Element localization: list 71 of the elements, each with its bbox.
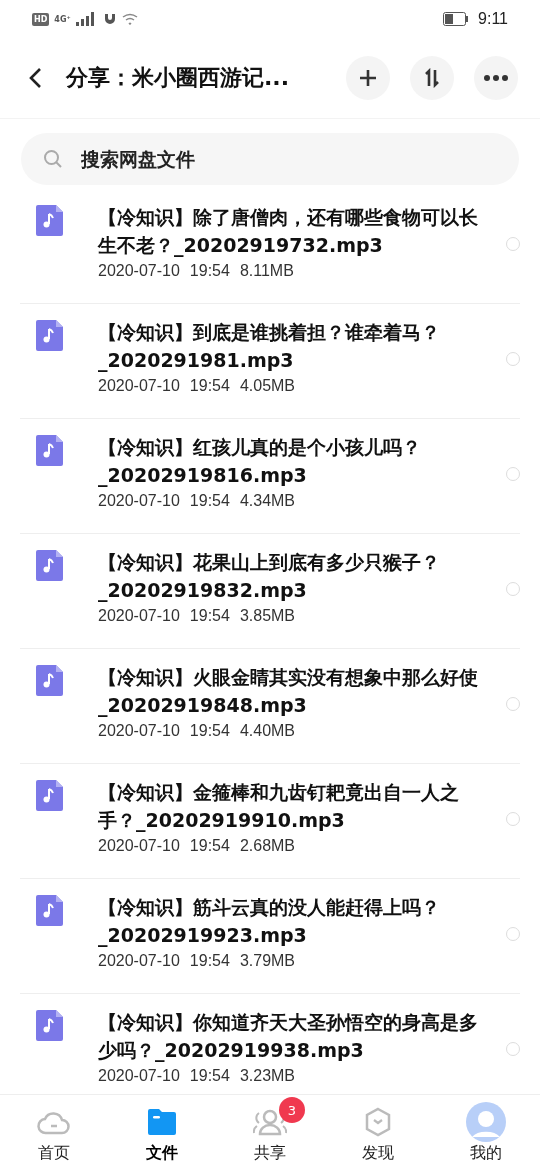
file-size: 4.40MB bbox=[239, 722, 296, 740]
nav-tab[interactable]: 我的 bbox=[432, 1095, 540, 1170]
file-row[interactable]: 【冷知识】花果山上到底有多少只猴子？_20202919832.mp3 2020-07-10 19:54 3.85MB bbox=[20, 534, 520, 649]
file-date: 2020-07-10 bbox=[98, 492, 180, 510]
music-file-icon bbox=[36, 320, 63, 351]
page-title: 分享：米小圈西游记... bbox=[66, 64, 291, 92]
file-row[interactable]: 【冷知识】到底是谁挑着担？谁牵着马？_2020291981.mp3 2020-07-10 19:54 4.05MB bbox=[20, 304, 520, 419]
file-date: 2020-07-10 bbox=[98, 262, 180, 280]
nav-tab[interactable]: 发现 bbox=[324, 1095, 432, 1170]
music-file-icon bbox=[36, 665, 63, 696]
more-icon bbox=[484, 75, 508, 81]
music-file-icon bbox=[36, 550, 63, 581]
file-name: 【冷知识】花果山上到底有多少只猴子？_20202919832.mp3 bbox=[98, 550, 441, 604]
file-row[interactable]: 【冷知识】红孩儿真的是个小孩儿吗？_20202919816.mp3 2020-07-10 19:54 4.34MB bbox=[20, 419, 520, 534]
file-name: 【冷知识】金箍棒和九齿钉耙竟出自一人之手？_20202919910.mp3 bbox=[98, 780, 460, 834]
search-field[interactable]: 搜索网盘文件 bbox=[21, 133, 519, 185]
file-size: 3.79MB bbox=[239, 952, 296, 970]
folder-icon bbox=[148, 1109, 176, 1135]
file-date: 2020-07-10 bbox=[98, 607, 180, 625]
clock: 9:11 bbox=[478, 10, 508, 28]
file-time: 19:54 bbox=[189, 377, 230, 395]
hd-icon: HD bbox=[32, 12, 50, 26]
file-size: 3.23MB bbox=[239, 1067, 296, 1085]
network-type: 4G⁺ bbox=[54, 14, 71, 24]
sort-button[interactable] bbox=[410, 56, 454, 100]
file-time: 19:54 bbox=[189, 952, 230, 970]
file-date: 2020-07-10 bbox=[98, 1067, 180, 1085]
file-row[interactable]: 【冷知识】火眼金睛其实没有想象中那么好使_20202919848.mp3 2020-07-10 19:54 4.40MB bbox=[20, 649, 520, 764]
file-date: 2020-07-10 bbox=[98, 837, 180, 855]
file-date: 2020-07-10 bbox=[98, 377, 180, 395]
notification-badge: 3 bbox=[279, 1097, 305, 1123]
file-size: 2.68MB bbox=[239, 837, 296, 855]
file-size: 4.05MB bbox=[239, 377, 296, 395]
people-icon bbox=[253, 1108, 287, 1136]
file-name: 【冷知识】到底是谁挑着担？谁牵着马？_2020291981.mp3 bbox=[98, 320, 441, 374]
nav-tab[interactable]: 文件 bbox=[108, 1095, 216, 1170]
file-row[interactable]: 【冷知识】除了唐僧肉，还有哪些食物可以长生不老？_20202919732.mp3 2020-07-10 19:54 8.11MB bbox=[20, 189, 520, 304]
cloud-icon bbox=[37, 1109, 71, 1135]
add-button[interactable] bbox=[346, 56, 390, 100]
music-file-icon bbox=[36, 205, 63, 236]
file-date: 2020-07-10 bbox=[98, 722, 180, 740]
file-time: 19:54 bbox=[189, 722, 230, 740]
music-file-icon bbox=[36, 435, 63, 466]
music-file-icon bbox=[36, 780, 63, 811]
file-size: 3.85MB bbox=[239, 607, 296, 625]
more-button[interactable] bbox=[474, 56, 518, 100]
music-file-icon bbox=[36, 1010, 63, 1041]
file-time: 19:54 bbox=[189, 607, 230, 625]
nav-tab[interactable]: 首页 bbox=[0, 1095, 108, 1170]
hexagon-icon bbox=[364, 1107, 392, 1137]
file-time: 19:54 bbox=[189, 837, 230, 855]
file-size: 8.11MB bbox=[239, 262, 294, 280]
back-icon[interactable] bbox=[28, 67, 42, 89]
wifi-icon bbox=[121, 13, 138, 25]
music-file-icon bbox=[36, 895, 63, 926]
plus-icon bbox=[359, 69, 377, 87]
file-name: 【冷知识】除了唐僧肉，还有哪些食物可以长生不老？_20202919732.mp3 bbox=[98, 205, 479, 259]
file-time: 19:54 bbox=[189, 262, 230, 280]
nav-tab[interactable]: 3 共享 bbox=[216, 1095, 324, 1170]
avatar-icon bbox=[466, 1102, 506, 1142]
file-name: 【冷知识】你知道齐天大圣孙悟空的身高是多少吗？_20202919938.mp3 bbox=[98, 1010, 479, 1064]
file-date: 2020-07-10 bbox=[98, 952, 180, 970]
file-time: 19:54 bbox=[189, 492, 230, 510]
file-row[interactable]: 【冷知识】筋斗云真的没人能赶得上吗？_20202919923.mp3 2020-07-10 19:54 3.79MB bbox=[20, 879, 520, 994]
file-name: 【冷知识】火眼金睛其实没有想象中那么好使_20202919848.mp3 bbox=[98, 665, 479, 719]
file-name: 【冷知识】筋斗云真的没人能赶得上吗？_20202919923.mp3 bbox=[98, 895, 441, 949]
battery-icon bbox=[443, 12, 470, 26]
file-size: 4.34MB bbox=[239, 492, 296, 510]
file-name: 【冷知识】红孩儿真的是个小孩儿吗？_20202919816.mp3 bbox=[98, 435, 422, 489]
file-row[interactable]: 【冷知识】金箍棒和九齿钉耙竟出自一人之手？_20202919910.mp3 2020-07-10 19:54 2.68MB bbox=[20, 764, 520, 879]
file-time: 19:54 bbox=[189, 1067, 230, 1085]
